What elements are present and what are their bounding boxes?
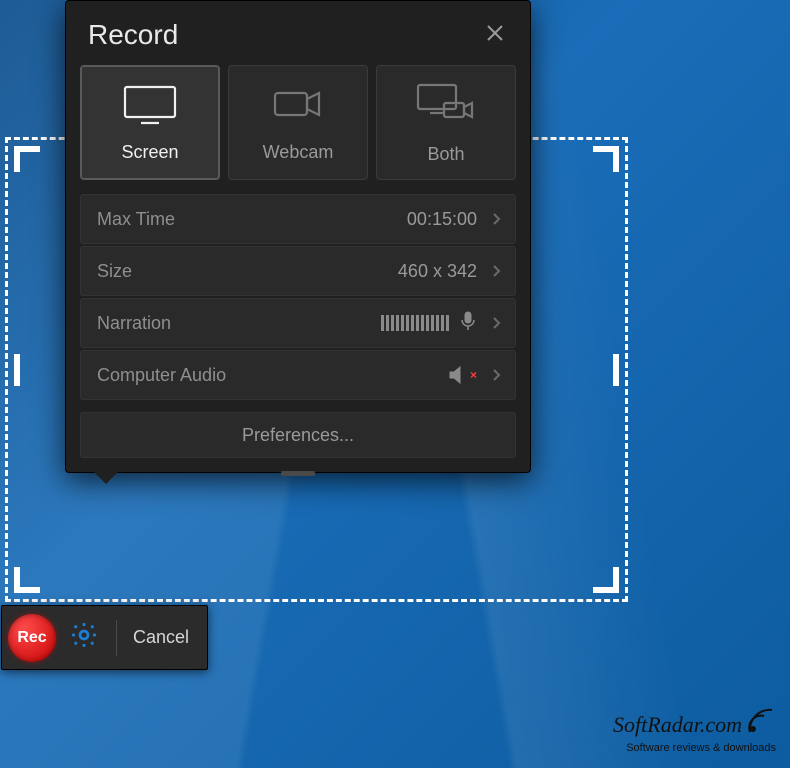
size-value: 460 x 342 (398, 261, 477, 282)
narration-label: Narration (97, 313, 171, 334)
audio-level-meter (381, 315, 449, 331)
panel-header: Record (66, 1, 530, 65)
source-screen-label: Screen (121, 142, 178, 163)
settings-list: Max Time 00:15:00 Size 460 x 342 Narrati… (80, 194, 516, 400)
chevron-right-icon (487, 314, 505, 332)
preferences-button[interactable]: Preferences... (80, 412, 516, 458)
setting-computer-audio[interactable]: Computer Audio × (80, 350, 516, 400)
panel-title: Record (88, 19, 178, 51)
both-icon (414, 81, 478, 132)
panel-pointer (94, 472, 118, 484)
record-toolbar: Rec Cancel (1, 605, 208, 670)
settings-button[interactable] (66, 620, 102, 656)
panel-drag-handle[interactable] (281, 471, 315, 476)
setting-narration[interactable]: Narration (80, 298, 516, 348)
setting-size[interactable]: Size 460 x 342 (80, 246, 516, 296)
source-row: Screen Webcam Both (80, 65, 516, 180)
max-time-label: Max Time (97, 209, 175, 230)
record-panel: Record Screen Webcam (65, 0, 531, 473)
record-button-label: Rec (17, 629, 46, 647)
cancel-button[interactable]: Cancel (125, 623, 197, 652)
size-label: Size (97, 261, 132, 282)
close-button[interactable] (482, 22, 508, 48)
watermark-tagline: Software reviews & downloads (613, 742, 776, 754)
chevron-right-icon (487, 262, 505, 280)
radar-icon (748, 708, 776, 742)
computer-audio-label: Computer Audio (97, 365, 226, 386)
max-time-value: 00:15:00 (407, 209, 477, 230)
cancel-button-label: Cancel (133, 627, 189, 647)
preferences-label: Preferences... (242, 425, 354, 446)
webcam-icon (269, 83, 327, 130)
chevron-right-icon (487, 366, 505, 384)
source-both-button[interactable]: Both (376, 65, 516, 180)
watermark: SoftRadar.com Software reviews & downloa… (613, 708, 776, 754)
source-both-label: Both (427, 144, 464, 165)
source-webcam-label: Webcam (263, 142, 334, 163)
speaker-muted-icon: × (448, 366, 477, 384)
source-screen-button[interactable]: Screen (80, 65, 220, 180)
chevron-right-icon (487, 210, 505, 228)
gear-icon (69, 620, 99, 655)
toolbar-separator (116, 620, 117, 656)
setting-max-time[interactable]: Max Time 00:15:00 (80, 194, 516, 244)
source-webcam-button[interactable]: Webcam (228, 65, 368, 180)
record-button[interactable]: Rec (8, 614, 56, 662)
microphone-icon (459, 311, 477, 336)
watermark-brand: SoftRadar.com (613, 712, 742, 738)
close-icon (485, 23, 505, 48)
screen-icon (121, 83, 179, 130)
